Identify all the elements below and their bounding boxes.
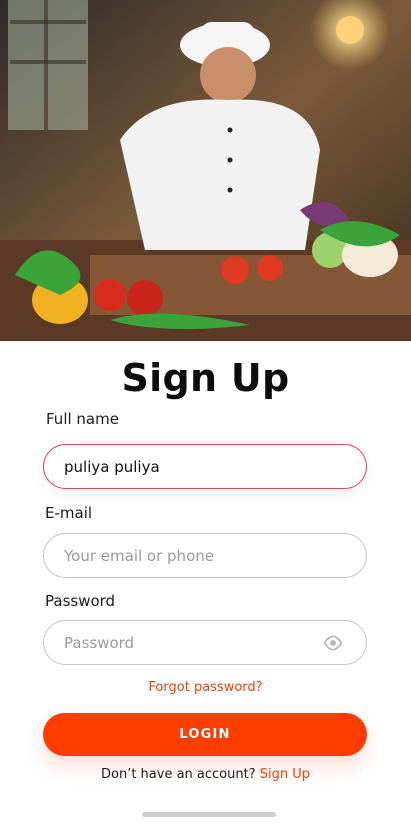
email-field (43, 533, 367, 578)
email-label: E-mail (45, 504, 93, 522)
hero-image (0, 0, 411, 341)
lamp-bulb (336, 16, 364, 44)
tomato (257, 255, 283, 281)
signup-prompt-text: Don’t have an account? (100, 767, 256, 782)
full-name-label: Full name (46, 410, 119, 428)
full-name-input[interactable] (44, 445, 366, 488)
tomato (221, 256, 249, 284)
chef-illustration (0, 0, 411, 341)
chef-face (200, 47, 256, 103)
password-input[interactable] (44, 621, 366, 664)
page-title: Sign Up (121, 356, 290, 400)
password-field (43, 620, 367, 665)
eye-icon[interactable] (323, 635, 343, 651)
login-button[interactable]: LOGIN (43, 713, 367, 756)
forgot-password-link[interactable]: Forgot password? (0, 680, 411, 695)
signup-prompt: Don’t have an account? Sign Up (0, 767, 411, 782)
chef-jacket (120, 99, 320, 250)
signup-link[interactable]: Sign Up (260, 767, 310, 782)
home-indicator (142, 812, 276, 817)
tomato (127, 280, 163, 316)
email-input[interactable] (44, 534, 366, 577)
password-label: Password (45, 592, 116, 610)
full-name-field (43, 444, 367, 489)
tomato (94, 279, 126, 311)
